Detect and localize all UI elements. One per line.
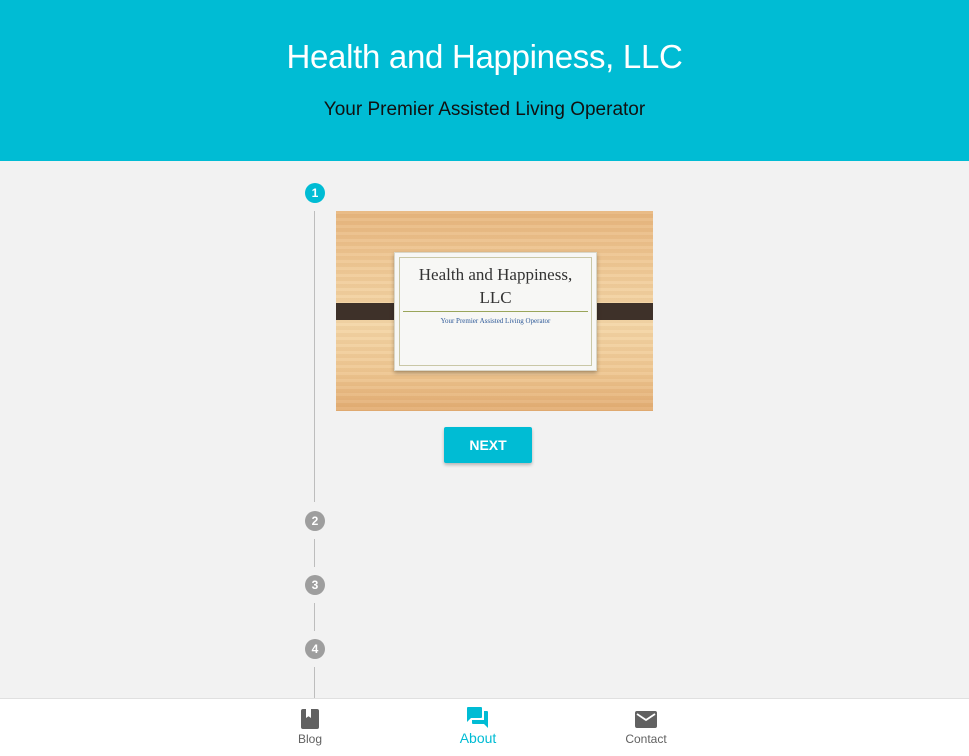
step-connector bbox=[314, 603, 315, 631]
nav-label-blog: Blog bbox=[297, 732, 323, 746]
slide-subtitle: Your Premier Assisted Living Operator bbox=[440, 317, 551, 325]
nav-label-about: About bbox=[459, 730, 497, 746]
step-1-indicator[interactable]: 1 bbox=[305, 183, 325, 203]
nav-label-contact: Contact bbox=[625, 732, 667, 746]
site-subtitle: Your Premier Assisted Living Operator bbox=[323, 99, 646, 120]
mail-icon bbox=[635, 711, 657, 728]
step-connector bbox=[314, 539, 315, 567]
nav-item-blog[interactable]: Blog bbox=[255, 699, 365, 756]
step-3-indicator[interactable]: 3 bbox=[305, 575, 325, 595]
slide-title-card: Health and Happiness, LLC Your Premier A… bbox=[394, 252, 597, 371]
site-title: Health and Happiness, LLC bbox=[286, 38, 683, 75]
step-4-indicator[interactable]: 4 bbox=[305, 639, 325, 659]
slide-title-line1: Health and Happiness, bbox=[418, 265, 573, 284]
next-button[interactable]: NEXT bbox=[444, 427, 532, 463]
step-connector bbox=[314, 667, 315, 698]
slide-divider bbox=[403, 311, 588, 312]
slide-image: Health and Happiness, LLC Your Premier A… bbox=[336, 211, 653, 411]
step-2-indicator[interactable]: 2 bbox=[305, 511, 325, 531]
app-header: Health and Happiness, LLC Your Premier A… bbox=[0, 0, 969, 161]
forum-icon bbox=[467, 707, 488, 728]
nav-item-about[interactable]: About bbox=[423, 699, 533, 756]
nav-item-contact[interactable]: Contact bbox=[591, 699, 701, 756]
slide-title: Health and Happiness, LLC bbox=[395, 263, 596, 309]
bottom-navigation: Blog About Contact bbox=[0, 698, 969, 756]
book-icon bbox=[301, 709, 319, 729]
slide-band-left bbox=[336, 303, 401, 320]
slide-band-right bbox=[592, 303, 653, 320]
step-connector bbox=[314, 211, 315, 502]
slide-title-line2: LLC bbox=[479, 288, 512, 307]
